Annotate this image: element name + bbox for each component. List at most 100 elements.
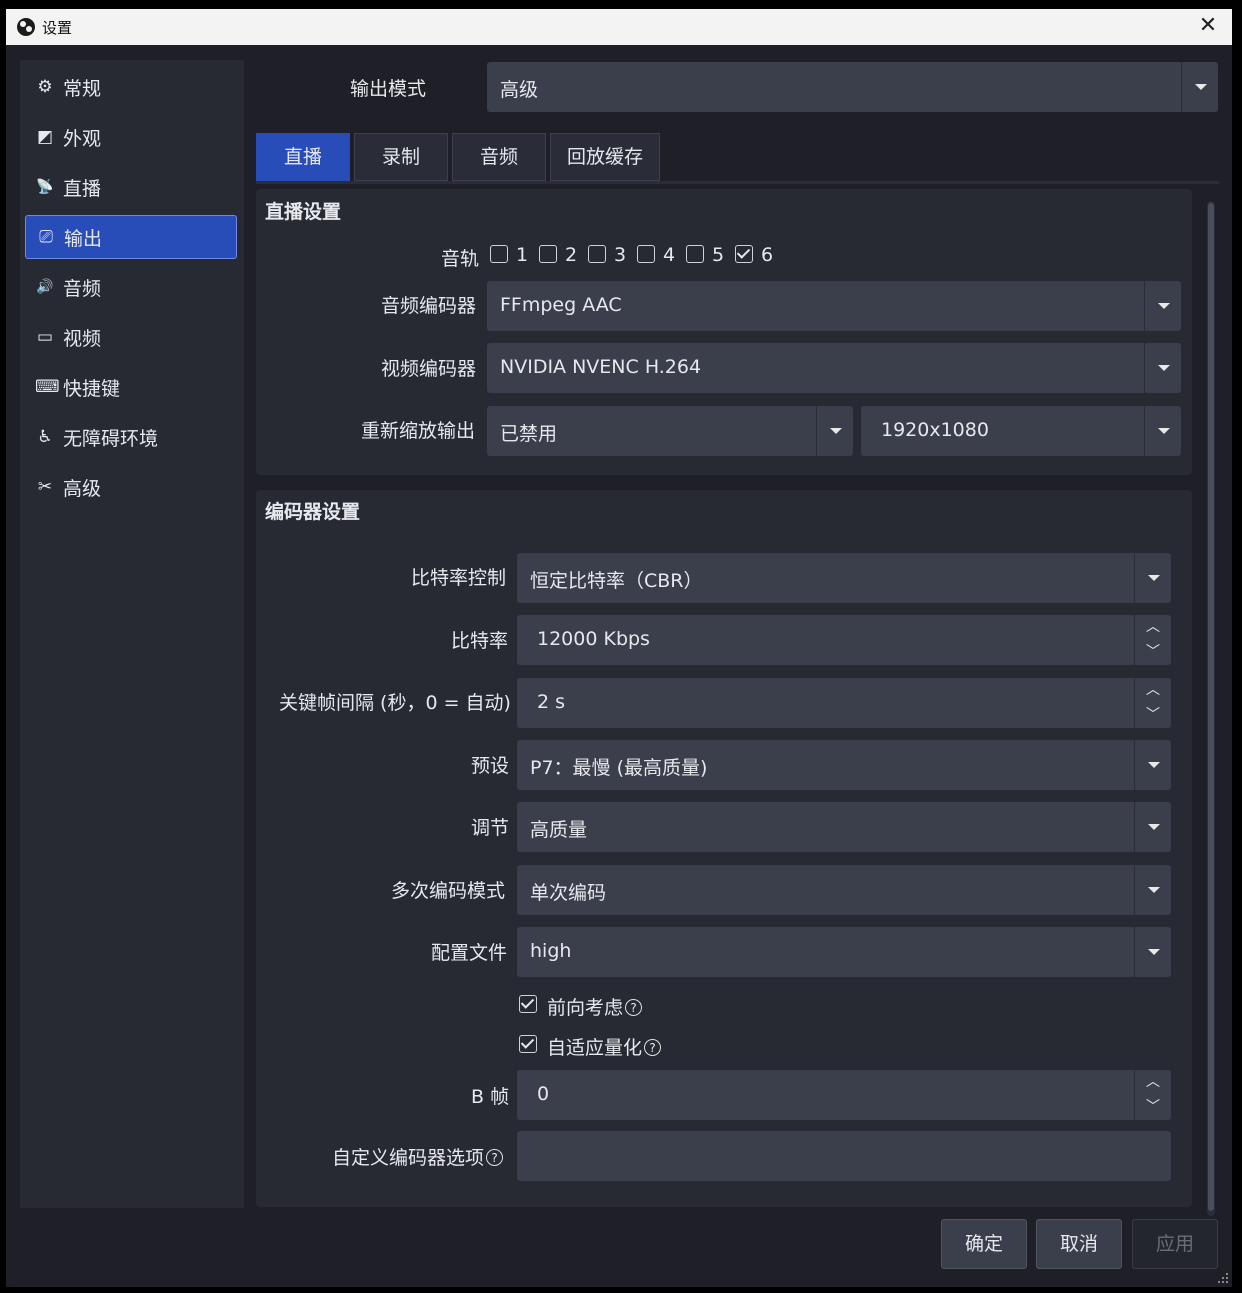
preset-label: 预设	[471, 755, 510, 777]
sidebar-item-advanced[interactable]: ✂ 高级	[25, 465, 237, 509]
ok-button[interactable]: 确定	[941, 1219, 1027, 1269]
output-mode-label: 输出模式	[350, 78, 427, 100]
tuning-label: 调节	[471, 817, 510, 839]
help-icon[interactable]: ?	[644, 1039, 662, 1056]
track-3-checkbox[interactable]	[588, 245, 606, 263]
track-6-checkbox[interactable]	[735, 245, 753, 263]
adaptive-quantization-label: 自适应量化	[547, 1037, 643, 1059]
rate-control-select[interactable]: 恒定比特率（CBR）	[517, 553, 1171, 603]
settings-sidebar: ⚙ 常规 ◩ 外观 📡 直播 ⎚ 输出 🔊 音频 ▭ 视频 ⌨ 快捷键 ♿ 无障…	[20, 60, 244, 1208]
chevron-down-icon[interactable]: ﹀	[1134, 1095, 1171, 1120]
chevron-down-icon[interactable]: ﹀	[1134, 703, 1171, 728]
sidebar-item-accessibility[interactable]: ♿ 无障碍环境	[25, 415, 237, 459]
group-title: 直播设置	[265, 201, 342, 223]
rescale-resolution-select[interactable]: 1920x1080	[861, 406, 1181, 456]
sidebar-item-label: 常规	[63, 77, 102, 100]
chevron-down-icon	[816, 406, 853, 456]
resize-grip-icon[interactable]	[1218, 1273, 1228, 1283]
preset-select[interactable]: P7：最慢 (最高质量)	[517, 740, 1171, 790]
tools-icon: ✂	[37, 477, 53, 497]
keyframe-interval-value: 2 s	[537, 691, 566, 713]
video-encoder-value: NVIDIA NVENC H.264	[500, 356, 702, 378]
sidebar-item-video[interactable]: ▭ 视频	[25, 315, 237, 359]
chevron-down-icon	[1181, 62, 1218, 112]
close-icon[interactable]: ✕	[1194, 13, 1222, 41]
sidebar-item-label: 无障碍环境	[63, 427, 159, 450]
tab-audio[interactable]: 音频	[452, 133, 546, 181]
chevron-up-icon[interactable]: ︿	[1134, 615, 1171, 640]
rate-control-label: 比特率控制	[411, 567, 507, 589]
tab-divider	[256, 181, 1219, 184]
settings-window: 设置 ✕ ⚙ 常规 ◩ 外观 📡 直播 ⎚ 输出 🔊 音频 ▭ 视频 ⌨ 快捷键…	[6, 9, 1232, 1287]
audio-track-label: 音轨	[441, 248, 480, 270]
track-2-label: 2	[565, 244, 578, 266]
stream-settings-group: 直播设置 音轨 1 2 3 4 5 6 音频编码器 FFmpeg AAC 视频编…	[256, 189, 1192, 475]
track-5-checkbox[interactable]	[686, 245, 704, 263]
sidebar-item-label: 直播	[63, 177, 102, 200]
multipass-select[interactable]: 单次编码	[517, 865, 1171, 915]
lookahead-label: 前向考虑	[547, 997, 624, 1019]
tab-recording[interactable]: 录制	[354, 133, 448, 181]
tab-replay-buffer[interactable]: 回放缓存	[550, 133, 660, 181]
adaptive-quantization-checkbox[interactable]	[519, 1035, 537, 1053]
sidebar-item-label: 视频	[63, 327, 102, 350]
help-icon[interactable]: ?	[625, 999, 643, 1016]
chevron-down-icon	[1144, 406, 1181, 456]
audio-encoder-select[interactable]: FFmpeg AAC	[487, 281, 1181, 331]
keyframe-interval-label: 关键帧间隔 (秒，0 = 自动)	[279, 692, 511, 714]
multipass-label: 多次编码模式	[391, 880, 506, 902]
sidebar-item-hotkeys[interactable]: ⌨ 快捷键	[25, 365, 237, 409]
audio-encoder-value: FFmpeg AAC	[500, 294, 622, 316]
profile-select[interactable]: high	[517, 927, 1171, 977]
help-icon[interactable]: ?	[486, 1149, 504, 1166]
bitrate-spinbox[interactable]: 12000 Kbps ︿ ﹀	[517, 615, 1171, 665]
chevron-down-icon	[1144, 281, 1181, 331]
lookahead-checkbox[interactable]	[519, 995, 537, 1013]
track-1-label: 1	[516, 244, 529, 266]
sidebar-item-general[interactable]: ⚙ 常规	[25, 65, 237, 109]
adaptive-quantization-option: 自适应量化?	[547, 1033, 662, 1060]
sidebar-item-stream[interactable]: 📡 直播	[25, 165, 237, 209]
monitor-icon: ▭	[36, 327, 54, 347]
keyframe-interval-spinbox[interactable]: 2 s ︿ ﹀	[517, 678, 1171, 728]
chevron-up-icon[interactable]: ︿	[1134, 1070, 1171, 1095]
keyboard-icon: ⌨	[35, 377, 60, 397]
rescale-output-value: 已禁用	[500, 423, 558, 445]
sidebar-item-label: 快捷键	[63, 377, 121, 400]
rescale-output-select[interactable]: 已禁用	[487, 406, 853, 456]
apply-button[interactable]: 应用	[1132, 1219, 1218, 1269]
chevron-down-icon	[1134, 802, 1171, 852]
profile-label: 配置文件	[431, 942, 508, 964]
sidebar-item-label: 外观	[63, 127, 102, 150]
preset-value: P7：最慢 (最高质量)	[530, 757, 708, 779]
b-frames-value: 0	[537, 1083, 550, 1105]
chevron-down-icon[interactable]: ﹀	[1134, 640, 1171, 665]
sidebar-item-audio[interactable]: 🔊 音频	[25, 265, 237, 309]
bitrate-label: 比特率	[451, 630, 509, 652]
sidebar-item-label: 高级	[63, 477, 102, 500]
profile-value: high	[530, 940, 572, 962]
tab-streaming[interactable]: 直播	[256, 133, 350, 181]
custom-encoder-options: 自定义编码器选项?	[332, 1143, 504, 1170]
video-encoder-select[interactable]: NVIDIA NVENC H.264	[487, 343, 1181, 393]
audio-encoder-label: 音频编码器	[381, 295, 477, 317]
b-frames-spinbox[interactable]: 0 ︿ ﹀	[517, 1070, 1171, 1120]
output-mode-select[interactable]: 高级	[487, 62, 1218, 112]
track-2-checkbox[interactable]	[539, 245, 557, 263]
track-5-label: 5	[712, 244, 725, 266]
chevron-down-icon	[1134, 865, 1171, 915]
custom-encoder-options-input[interactable]	[517, 1131, 1171, 1181]
encoder-settings-group: 编码器设置 比特率控制 恒定比特率（CBR） 比特率 12000 Kbps ︿ …	[256, 490, 1192, 1207]
obs-logo-icon	[17, 18, 35, 36]
sidebar-item-appearance[interactable]: ◩ 外观	[25, 115, 237, 159]
sidebar-item-output[interactable]: ⎚ 输出	[25, 215, 237, 259]
track-1-checkbox[interactable]	[490, 245, 508, 263]
tuning-select[interactable]: 高质量	[517, 802, 1171, 852]
sidebar-item-label: 音频	[63, 277, 102, 300]
vertical-scrollbar[interactable]	[1207, 201, 1215, 1216]
chevron-up-icon[interactable]: ︿	[1134, 678, 1171, 703]
track-4-checkbox[interactable]	[637, 245, 655, 263]
cancel-button[interactable]: 取消	[1036, 1219, 1122, 1269]
b-frames-label: B 帧	[471, 1086, 510, 1108]
scrollbar-thumb[interactable]	[1208, 203, 1214, 1211]
